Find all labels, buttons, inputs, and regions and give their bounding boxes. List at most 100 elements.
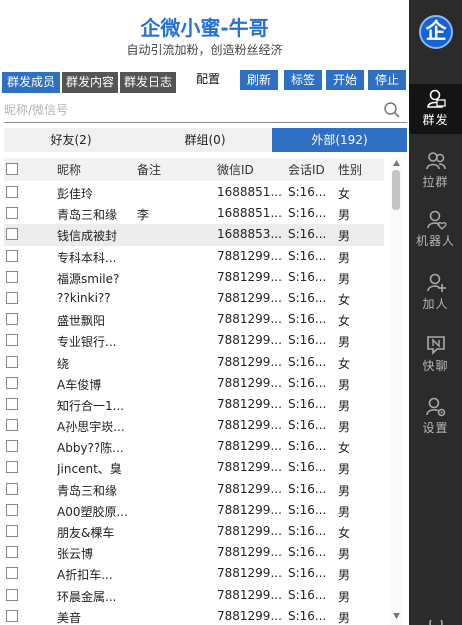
cell-session-id: S:16... xyxy=(288,460,327,475)
column-remark[interactable]: 备注 xyxy=(137,161,161,178)
row-checkbox[interactable] xyxy=(6,355,18,368)
sidebar-item-robot[interactable]: 机器人 xyxy=(409,205,462,255)
table-row[interactable]: 彭佳玲 1688851... S:16... 女 xyxy=(4,182,384,203)
table-row[interactable]: Jincent、臭 7881299... S:16... 男 xyxy=(4,457,384,478)
row-checkbox[interactable] xyxy=(6,482,18,495)
row-checkbox[interactable] xyxy=(6,546,18,559)
start-button[interactable]: 开始 xyxy=(326,70,364,90)
table-row[interactable]: 绕 7881299... S:16... 女 xyxy=(4,352,384,373)
cell-session-id: S:16... xyxy=(288,545,327,560)
cell-session-id: S:16... xyxy=(288,185,327,199)
tab-mass-content[interactable]: 群发内容 xyxy=(62,72,118,93)
table-row[interactable]: 环晨金属... 7881299... S:16... 男 xyxy=(4,585,384,606)
table-row[interactable]: ??kinki?? 7881299... S:16... 女 xyxy=(4,288,384,309)
table-row[interactable]: 专科本科... 7881299... S:16... 男 xyxy=(4,246,384,267)
cell-nickname: 福源smile? xyxy=(57,271,120,286)
column-wechat-id[interactable]: 微信ID xyxy=(217,161,254,178)
table-row[interactable]: 张云博 7881299... S:16... 男 xyxy=(4,542,384,563)
segment-friends[interactable]: 好友(2) xyxy=(4,128,138,152)
sidebar-item-quick-chat[interactable]: 快聊 xyxy=(409,330,462,380)
table-row[interactable]: 盛世飘阳 7881299... S:16... 女 xyxy=(4,309,384,330)
table-row[interactable]: 专业银行... 7881299... S:16... 男 xyxy=(4,330,384,351)
cell-nickname: ??kinki?? xyxy=(57,290,111,305)
cell-wechat-id: 7881299... xyxy=(217,608,282,623)
table-row[interactable]: A00塑胶原... 7881299... S:16... 男 xyxy=(4,500,384,521)
column-session-id[interactable]: 会话ID xyxy=(288,161,325,178)
scroll-up-arrow-icon[interactable] xyxy=(393,160,400,166)
select-all-checkbox[interactable] xyxy=(6,163,18,175)
table-row[interactable]: Abby??陈... 7881299... S:16... 女 xyxy=(4,436,384,457)
cell-nickname: A车俊博 xyxy=(57,377,102,392)
sidebar-item-add-person[interactable]: 加人 xyxy=(409,268,462,318)
row-checkbox[interactable] xyxy=(6,567,18,580)
app-logo: 企 xyxy=(419,15,453,49)
table-row[interactable]: A孙思宇崁... 7881299... S:16... 男 xyxy=(4,415,384,436)
sidebar-item-settings[interactable]: 设置 xyxy=(409,392,462,442)
sidebar-item-pull-group[interactable]: 拉群 xyxy=(409,146,462,196)
tab-mass-members[interactable]: 群发成员 xyxy=(2,72,60,93)
cell-wechat-id: 7881299... xyxy=(217,418,282,433)
table-row[interactable]: 钱信成被封 1688853... S:16... 男 xyxy=(4,224,384,246)
row-checkbox[interactable] xyxy=(6,397,18,410)
row-checkbox[interactable] xyxy=(6,376,18,389)
table-row[interactable]: 知行合一1... 7881299... S:16... 男 xyxy=(4,394,384,415)
cell-wechat-id: 7881299... xyxy=(217,545,282,560)
column-gender[interactable]: 性别 xyxy=(338,161,362,178)
power-icon[interactable] xyxy=(427,612,445,625)
search-input[interactable] xyxy=(4,100,364,120)
row-checkbox[interactable] xyxy=(6,207,18,220)
sidebar-label-quick-chat: 快聊 xyxy=(422,359,449,373)
cell-gender: 男 xyxy=(338,568,351,583)
cell-gender: 女 xyxy=(338,356,351,371)
row-checkbox[interactable] xyxy=(6,503,18,516)
row-checkbox[interactable] xyxy=(6,313,18,326)
table-row[interactable]: 福源smile? 7881299... S:16... 男 xyxy=(4,267,384,288)
table-row[interactable]: A车俊博 7881299... S:16... 男 xyxy=(4,373,384,394)
table-row[interactable]: 青岛三和缘 7881299... S:16... 男 xyxy=(4,479,384,500)
table-row[interactable]: 美音 7881299... S:16... 男 xyxy=(4,606,384,625)
row-checkbox[interactable] xyxy=(6,249,18,262)
cell-gender: 男 xyxy=(338,398,351,413)
stop-button[interactable]: 停止 xyxy=(368,70,406,90)
segment-external[interactable]: 外部(192) xyxy=(272,128,407,152)
table-row[interactable]: A折扣车... 7881299... S:16... 男 xyxy=(4,563,384,584)
cell-wechat-id: 7881299... xyxy=(217,396,282,411)
row-checkbox[interactable] xyxy=(6,334,18,347)
cell-gender: 男 xyxy=(338,208,351,223)
sidebar-item-mass-send[interactable]: 群发 xyxy=(409,84,462,134)
cell-wechat-id: 7881299... xyxy=(217,439,282,454)
row-checkbox[interactable] xyxy=(6,228,18,241)
column-nickname[interactable]: 昵称 xyxy=(57,161,81,178)
table-scrollbar[interactable] xyxy=(390,158,403,625)
cell-session-id: S:16... xyxy=(288,396,327,411)
search-icon[interactable] xyxy=(383,101,401,119)
cell-nickname: 美音 xyxy=(57,610,82,625)
row-checkbox[interactable] xyxy=(6,440,18,453)
table-row[interactable]: 青岛三和缘 李 1688851... S:16... 男 xyxy=(4,203,384,224)
refresh-button[interactable]: 刷新 xyxy=(240,70,278,90)
row-checkbox[interactable] xyxy=(6,461,18,474)
cell-nickname: 专科本科... xyxy=(57,250,117,265)
cell-nickname: 盛世飘阳 xyxy=(57,314,106,329)
cell-nickname: 朋友&棵车 xyxy=(57,526,115,540)
row-checkbox[interactable] xyxy=(6,525,18,537)
row-checkbox[interactable] xyxy=(6,609,18,622)
cell-nickname: 钱信成被封 xyxy=(57,229,118,244)
row-checkbox[interactable] xyxy=(6,291,18,304)
row-checkbox[interactable] xyxy=(6,186,18,198)
right-sidebar: 企 群发 拉群 机器人 加人 快聊 设置 xyxy=(409,0,462,625)
scroll-down-arrow-icon[interactable] xyxy=(393,613,400,619)
row-checkbox[interactable] xyxy=(6,270,18,283)
segment-groups[interactable]: 群组(0) xyxy=(138,128,272,152)
cell-session-id: S:16... xyxy=(288,587,327,602)
row-checkbox[interactable] xyxy=(6,588,18,601)
cell-nickname: A00塑胶原... xyxy=(57,504,128,519)
config-button[interactable]: 配置 xyxy=(188,70,228,90)
tab-mass-log[interactable]: 群发日志 xyxy=(120,72,176,93)
row-checkbox[interactable] xyxy=(6,419,18,432)
tag-button[interactable]: 标签 xyxy=(284,70,322,90)
scrollbar-thumb[interactable] xyxy=(392,170,400,210)
cell-nickname: 环晨金属... xyxy=(57,589,117,604)
table-row[interactable]: 朋友&棵车 7881299... S:16... 女 xyxy=(4,521,384,542)
cell-gender: 女 xyxy=(338,526,351,540)
